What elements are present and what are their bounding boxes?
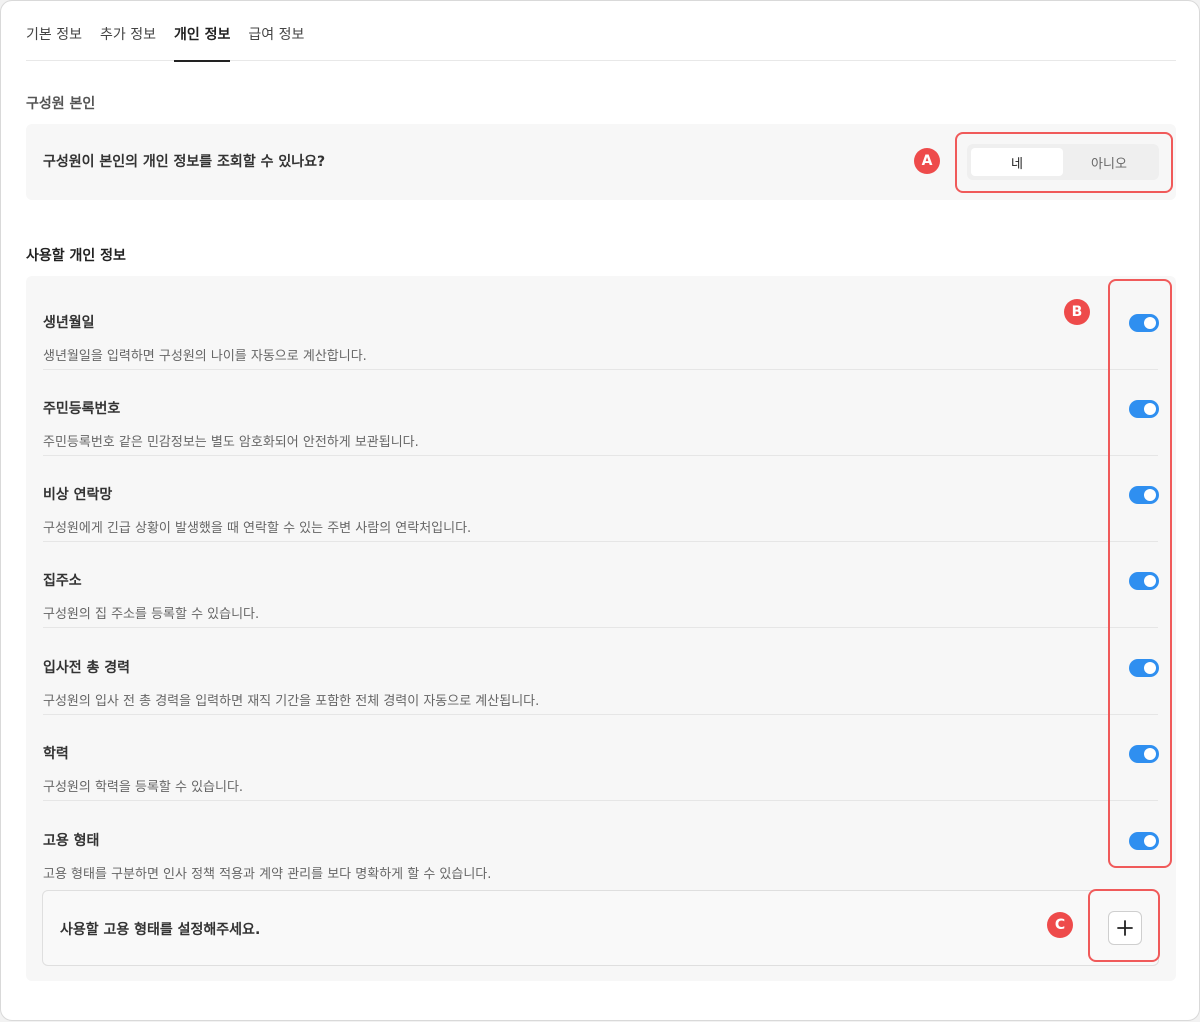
field-description: 구성원에게 긴급 상황이 발생했을 때 연락할 수 있는 주변 사람의 연락처입… [43, 521, 472, 536]
tab-basic-info[interactable]: 기본 정보 [26, 15, 82, 61]
employment-type-prompt: 사용할 고용 형태를 설정해주세요. [60, 922, 261, 938]
section-title-fields: 사용할 개인 정보 [26, 248, 126, 264]
annotation-badge-a: A [914, 148, 940, 174]
field-title: 고용 형태 [43, 833, 100, 849]
tab-salary-info[interactable]: 급여 정보 [248, 15, 304, 61]
field-item-resident-number: 주민등록번호 주민등록번호 같은 민감정보는 별도 암호화되어 안전하게 보관됩… [43, 370, 1159, 456]
tab-additional-info[interactable]: 추가 정보 [100, 15, 156, 61]
annotation-badge-c: C [1047, 912, 1073, 938]
field-description: 구성원의 입사 전 총 경력을 입력하면 재직 기간을 포함한 전체 경력이 자… [43, 694, 540, 709]
tab-bar: 기본 정보 추가 정보 개인 정보 급여 정보 [26, 15, 1176, 62]
annotation-box-a [955, 132, 1173, 193]
field-description: 구성원의 집 주소를 등록할 수 있습니다. [43, 607, 260, 622]
field-title: 생년월일 [43, 315, 95, 331]
field-title: 비상 연락망 [43, 487, 113, 503]
field-title: 학력 [43, 746, 69, 762]
field-description: 구성원의 학력을 등록할 수 있습니다. [43, 780, 244, 795]
field-title: 입사전 총 경력 [43, 660, 131, 676]
settings-panel: 기본 정보 추가 정보 개인 정보 급여 정보 구성원 본인 구성원이 본인의 … [0, 0, 1200, 1021]
field-item-home-address: 집주소 구성원의 집 주소를 등록할 수 있습니다. [43, 542, 1159, 628]
field-item-prior-career: 입사전 총 경력 구성원의 입사 전 총 경력을 입력하면 재직 기간을 포함한… [43, 629, 1159, 715]
field-title: 집주소 [43, 573, 82, 589]
annotation-box-c [1088, 889, 1160, 962]
field-description: 생년월일을 입력하면 구성원의 나이를 자동으로 계산합니다. [43, 349, 367, 364]
field-title: 주민등록번호 [43, 401, 121, 417]
annotation-badge-b: B [1064, 299, 1090, 325]
field-item-birthdate: 생년월일 생년월일을 입력하면 구성원의 나이를 자동으로 계산합니다. [43, 284, 1159, 370]
field-description: 고용 형태를 구분하면 인사 정책 적용과 계약 관리를 보다 명확하게 할 수… [43, 867, 492, 882]
field-item-employment-type: 고용 형태 고용 형태를 구분하면 인사 정책 적용과 계약 관리를 보다 명확… [43, 802, 1159, 888]
tab-personal-info[interactable]: 개인 정보 [173, 15, 231, 62]
employment-type-setup-card: 사용할 고용 형태를 설정해주세요. [42, 890, 1159, 966]
fields-card: 생년월일 생년월일을 입력하면 구성원의 나이를 자동으로 계산합니다. 주민등… [26, 276, 1176, 981]
annotation-box-b [1108, 279, 1172, 868]
field-item-education: 학력 구성원의 학력을 등록할 수 있습니다. [43, 715, 1159, 801]
self-view-question: 구성원이 본인의 개인 정보를 조회할 수 있나요? [43, 154, 326, 170]
section-title-self: 구성원 본인 [26, 96, 96, 112]
field-description: 주민등록번호 같은 민감정보는 별도 암호화되어 안전하게 보관됩니다. [43, 435, 419, 450]
field-item-emergency-contact: 비상 연락망 구성원에게 긴급 상황이 발생했을 때 연락할 수 있는 주변 사… [43, 456, 1159, 542]
